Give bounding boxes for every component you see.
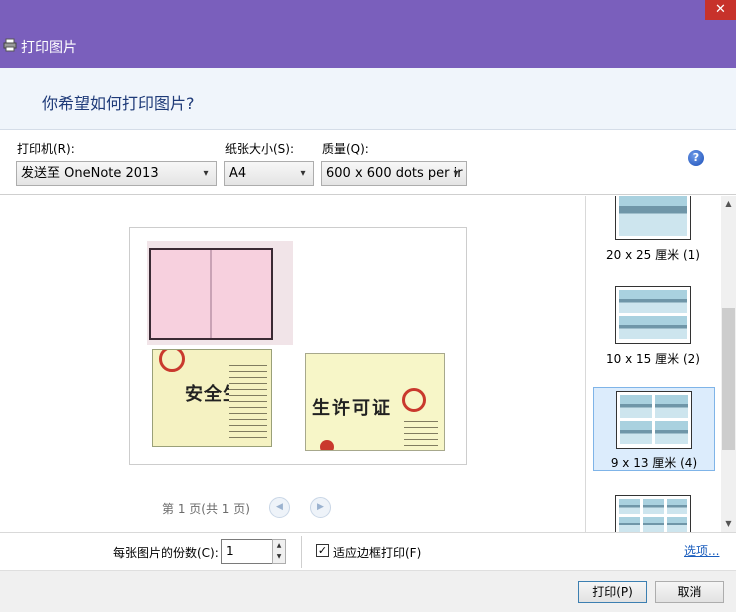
photo-thumbnail-2: 安全生产: [152, 349, 272, 447]
preview-area: 安全生产 生许可证 第 1 页(共 1 页) ◀ ▶: [0, 196, 585, 532]
layout-thumbnail: [615, 495, 691, 532]
red-seal-icon: [402, 388, 426, 412]
decrement-icon[interactable]: ▼: [273, 551, 285, 562]
layout-label: 20 x 25 厘米 (1): [606, 248, 700, 262]
copies-stepper[interactable]: ▲ ▼: [272, 539, 286, 564]
photo-thumbnail-3: 生许可证: [305, 353, 445, 451]
paper-size-select[interactable]: A4 ▾: [224, 161, 314, 186]
dialog-question: 你希望如何打印图片?: [42, 94, 195, 113]
paper-size-label: 纸张大小(S):: [225, 142, 295, 156]
dialog-header: 你希望如何打印图片?: [0, 68, 736, 130]
quality-select-value: 600 x 600 dots per ir: [326, 166, 463, 181]
layout-scrollbar[interactable]: ▲ ▼: [721, 196, 736, 532]
fit-frame-label: 适应边框打印(F): [333, 546, 422, 560]
copies-bar: 每张图片的份数(C): 1 ▲ ▼ ✓ 适应边框打印(F) 选项...: [0, 532, 736, 570]
options-link[interactable]: 选项...: [684, 542, 719, 559]
pink-certificate-image: [149, 248, 273, 340]
dialog-footer: 打印(P) 取消: [0, 570, 736, 612]
chevron-down-icon: ▾: [300, 168, 306, 179]
layout-item-20x25[interactable]: 20 x 25 厘米 (1): [593, 196, 715, 266]
divider: [301, 536, 302, 568]
scroll-up-icon[interactable]: ▲: [721, 196, 736, 212]
print-options-bar: 打印机(R): 发送至 OneNote 2013 ▾ 纸张大小(S): A4 ▾…: [0, 131, 736, 195]
preview-page: 安全生产 生许可证: [129, 227, 467, 465]
fit-frame-checkbox[interactable]: ✓: [316, 544, 329, 557]
printer-select-value: 发送至 OneNote 2013: [21, 166, 159, 181]
chevron-down-icon: ▾: [203, 168, 209, 179]
quality-label: 质量(Q):: [322, 142, 369, 156]
copies-input[interactable]: 1: [221, 539, 273, 564]
layout-thumbnail: [616, 391, 692, 449]
red-seal-icon: [159, 350, 185, 372]
layout-thumbnail: [615, 286, 691, 344]
page-navigator: 第 1 页(共 1 页) ◀ ▶: [0, 496, 585, 520]
photo-3-heading: 生许可证: [312, 398, 392, 419]
help-icon[interactable]: ?: [688, 150, 704, 166]
printer-icon: [3, 38, 17, 52]
layout-label: 10 x 15 厘米 (2): [606, 352, 700, 366]
chevron-down-icon: ▾: [453, 168, 459, 179]
close-button[interactable]: ✕: [705, 0, 736, 20]
layout-thumbnail: [615, 196, 691, 240]
printer-select[interactable]: 发送至 OneNote 2013 ▾: [16, 161, 217, 186]
previous-page-button[interactable]: ◀: [269, 497, 290, 518]
layout-item-9x13[interactable]: 9 x 13 厘米 (4): [593, 387, 715, 471]
layout-list: 20 x 25 厘米 (1) 10 x 15 厘米 (2) 9 x 13 厘米 …: [585, 196, 721, 532]
layout-label: 9 x 13 厘米 (4): [610, 456, 698, 470]
cancel-button[interactable]: 取消: [655, 581, 724, 603]
photo-thumbnail-1: [147, 241, 293, 345]
copies-label: 每张图片的份数(C):: [113, 546, 219, 560]
quality-select[interactable]: 600 x 600 dots per ir ▾: [321, 161, 467, 186]
next-page-button[interactable]: ▶: [310, 497, 331, 518]
page-indicator: 第 1 页(共 1 页): [162, 502, 250, 516]
layout-item-10x15[interactable]: 10 x 15 厘米 (2): [593, 282, 715, 366]
layout-item-wallet[interactable]: [593, 492, 715, 532]
red-seal-icon: [320, 440, 334, 450]
window-title: 打印图片: [21, 40, 77, 56]
increment-icon[interactable]: ▲: [273, 540, 285, 551]
print-button[interactable]: 打印(P): [578, 581, 647, 603]
scrollbar-thumb[interactable]: [722, 308, 735, 450]
paper-size-select-value: A4: [229, 166, 247, 181]
scroll-down-icon[interactable]: ▼: [721, 516, 736, 532]
title-bar: 打印图片 ✕: [0, 0, 736, 68]
printer-label: 打印机(R):: [17, 142, 75, 156]
